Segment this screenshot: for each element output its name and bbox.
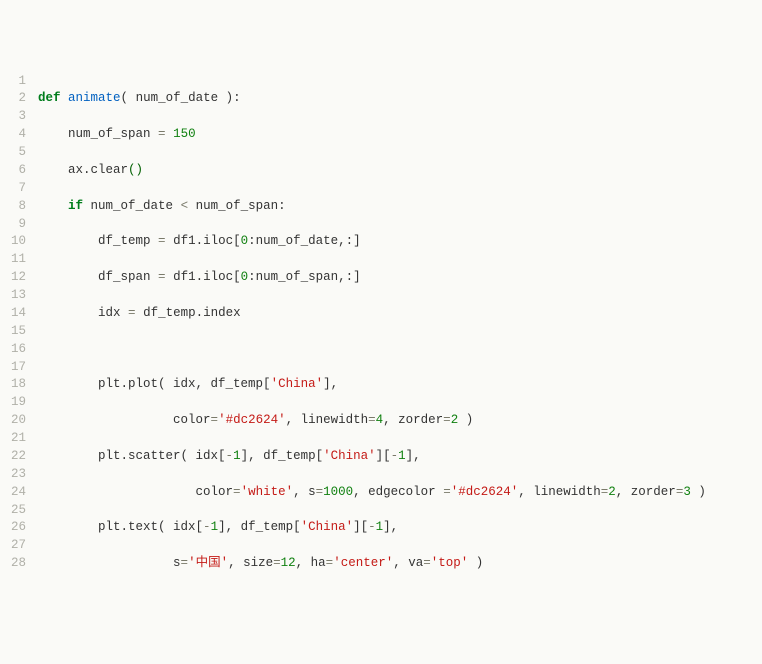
line-number: 11 bbox=[0, 251, 26, 269]
code-line[interactable]: plt.plot( idx, df_temp['China'], bbox=[38, 376, 762, 394]
code-editor[interactable]: 1234567891011121314151617181920212223242… bbox=[0, 72, 762, 575]
code-line[interactable]: color='white', s=1000, edgecolor ='#dc26… bbox=[38, 484, 762, 502]
line-number: 22 bbox=[0, 448, 26, 466]
code-line[interactable]: def animate( num_of_date ): bbox=[38, 90, 762, 108]
line-number: 7 bbox=[0, 180, 26, 198]
line-number: 4 bbox=[0, 126, 26, 144]
line-number-gutter: 1234567891011121314151617181920212223242… bbox=[0, 72, 36, 575]
code-area[interactable]: def animate( num_of_date ): num_of_span … bbox=[36, 72, 762, 575]
code-line[interactable]: plt.scatter( idx[-1], df_temp['China'][-… bbox=[38, 448, 762, 466]
line-number: 13 bbox=[0, 287, 26, 305]
line-number: 27 bbox=[0, 537, 26, 555]
code-line[interactable]: num_of_span = 150 bbox=[38, 126, 762, 144]
line-number: 18 bbox=[0, 376, 26, 394]
code-line[interactable]: ax.clear() bbox=[38, 162, 762, 180]
line-number: 19 bbox=[0, 394, 26, 412]
line-number: 23 bbox=[0, 466, 26, 484]
code-line[interactable]: plt.text( idx[-1], df_temp['China'][-1], bbox=[38, 519, 762, 537]
line-number: 14 bbox=[0, 305, 26, 323]
line-number: 26 bbox=[0, 519, 26, 537]
line-number: 28 bbox=[0, 555, 26, 573]
code-line[interactable] bbox=[38, 341, 762, 359]
line-number: 6 bbox=[0, 162, 26, 180]
code-line[interactable]: df_span = df1.iloc[0:num_of_span,:] bbox=[38, 269, 762, 287]
line-number: 24 bbox=[0, 484, 26, 502]
line-number: 1 bbox=[0, 73, 26, 91]
line-number: 3 bbox=[0, 108, 26, 126]
line-number: 9 bbox=[0, 216, 26, 234]
line-number: 16 bbox=[0, 341, 26, 359]
line-number: 20 bbox=[0, 412, 26, 430]
line-number: 25 bbox=[0, 502, 26, 520]
code-line[interactable]: if num_of_date < num_of_span: bbox=[38, 198, 762, 216]
code-line[interactable]: idx = df_temp.index bbox=[38, 305, 762, 323]
code-line[interactable]: s='中国', size=12, ha='center', va='top' ) bbox=[38, 555, 762, 573]
line-number: 8 bbox=[0, 198, 26, 216]
line-number: 17 bbox=[0, 359, 26, 377]
code-line[interactable]: color='#dc2624', linewidth=4, zorder=2 ) bbox=[38, 412, 762, 430]
line-number: 10 bbox=[0, 233, 26, 251]
line-number: 2 bbox=[0, 90, 26, 108]
line-number: 15 bbox=[0, 323, 26, 341]
line-number: 21 bbox=[0, 430, 26, 448]
code-line[interactable]: df_temp = df1.iloc[0:num_of_date,:] bbox=[38, 233, 762, 251]
line-number: 12 bbox=[0, 269, 26, 287]
line-number: 5 bbox=[0, 144, 26, 162]
